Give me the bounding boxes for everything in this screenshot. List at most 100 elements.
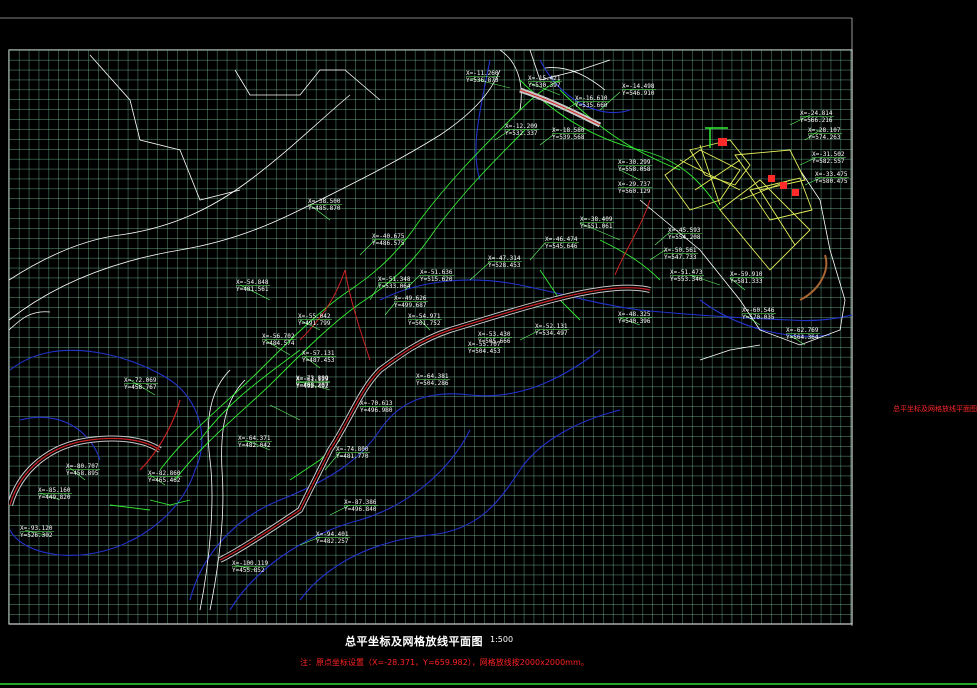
coordinate-y-label: Y=558.058 [618, 166, 651, 173]
coordinate-y-label: Y=554.208 [668, 234, 701, 241]
coordinate-callout: X=-46.474Y=545.646 [545, 236, 579, 250]
coordinate-callout: X=-60.546Y=570.035 [742, 307, 776, 321]
coordinate-callout: X=-18.580Y=539.568 [552, 127, 586, 141]
coordinate-x-label: X=-24.814 [800, 110, 833, 117]
coordinate-callout: X=-12.209Y=532.337 [505, 123, 539, 137]
coordinate-y-label: Y=481.561 [236, 286, 269, 293]
coordinate-y-label: Y=482.257 [316, 538, 349, 545]
coordinate-x-label: X=-94.401 [316, 531, 349, 538]
coordinate-callout: X=-100.119Y=455.852 [232, 560, 269, 574]
coordinate-y-label: Y=533.064 [378, 283, 411, 290]
coordinate-y-label: Y=491.799 [298, 320, 331, 327]
coordinate-y-label: Y=560.129 [618, 188, 651, 195]
coordinate-y-label: Y=488.207 [296, 382, 329, 389]
coordinate-callout: X=-62.769Y=564.364 [786, 327, 820, 341]
coordinate-callout: X=-82.860Y=465.462 [148, 470, 182, 484]
coordinate-y-label: Y=487.453 [302, 357, 335, 364]
side-label: 总平坐标及网格放线平面图 [893, 405, 977, 413]
coordinate-x-label: X=-30.299 [618, 159, 651, 166]
coordinate-y-label: Y=496.840 [344, 506, 377, 513]
coordinate-x-label: X=-33.475 [815, 171, 848, 178]
coordinate-y-label: Y=499.687 [394, 302, 427, 309]
coordinate-callout: X=-55.042Y=491.799 [298, 313, 332, 327]
coordinate-y-label: Y=496.980 [360, 407, 393, 414]
coordinate-y-label: Y=504.286 [416, 380, 449, 387]
coordinate-callout: X=-73.889Y=488.207 [296, 375, 330, 389]
coordinate-y-label: Y=528.453 [488, 262, 521, 269]
coordinate-x-label: X=-82.860 [148, 470, 181, 477]
coordinate-y-label: Y=504.453 [468, 348, 501, 355]
coordinate-x-label: X=-18.580 [552, 127, 585, 134]
coordinate-x-label: X=-14.498 [622, 83, 655, 90]
coordinate-x-label: X=-55.042 [298, 313, 331, 320]
coordinate-callout: X=-56.702Y=484.574 [262, 333, 296, 347]
coordinate-x-label: X=-53.430 [478, 331, 511, 338]
coordinate-callout: X=-54.848Y=481.561 [236, 279, 270, 293]
coordinate-x-label: X=-12.209 [505, 123, 538, 130]
coordinate-callout: X=-74.800Y=481.770 [336, 446, 370, 460]
coordinate-x-label: X=-11.260 [466, 70, 499, 77]
coordinate-x-label: X=-54.848 [236, 279, 269, 286]
coordinate-y-label: Y=486.575 [372, 240, 405, 247]
coordinate-callout: X=-93.120Y=526.302 [20, 525, 54, 539]
coordinate-x-label: X=-46.474 [545, 236, 578, 243]
coordinate-x-label: X=-56.702 [262, 333, 295, 340]
coordinate-callout: X=-64.381Y=504.286 [416, 373, 450, 387]
coordinate-callout: X=-16.610Y=535.660 [575, 95, 609, 109]
coordinate-x-label: X=-49.626 [394, 295, 427, 302]
coordinate-x-label: X=-85.160 [38, 487, 71, 494]
coordinate-callout: X=-40.675Y=486.575 [372, 233, 406, 247]
coordinate-y-label: Y=581.333 [730, 278, 763, 285]
coordinate-callout: X=-29.737Y=560.129 [618, 181, 652, 195]
coordinate-callout: X=-24.814Y=566.216 [800, 110, 834, 124]
coordinate-y-label: Y=449.820 [38, 494, 71, 501]
coordinate-x-label: X=-45.593 [668, 227, 701, 234]
cad-drawing-canvas[interactable]: X=-11.260Y=536.873 X=-15.421Y=530.397 X=-1… [0, 0, 977, 688]
coordinate-x-label: X=-16.610 [575, 95, 608, 102]
coordinate-x-label: X=-100.119 [232, 560, 269, 567]
coordinate-x-label: X=-93.120 [20, 525, 53, 532]
coordinate-callout: X=-30.299Y=558.058 [618, 159, 652, 173]
coordinate-y-label: Y=534.497 [535, 330, 568, 337]
coordinate-y-label: Y=536.873 [466, 77, 499, 84]
coordinate-callout: X=-11.260Y=536.873 [466, 70, 500, 84]
coordinate-y-label: Y=484.574 [262, 340, 295, 347]
coordinate-y-label: Y=582.557 [812, 158, 845, 165]
coordinate-callout: X=-51.348Y=533.064 [378, 276, 412, 290]
coordinate-y-label: Y=547.733 [664, 254, 697, 261]
coordinate-callout: X=-57.131Y=487.453 [302, 350, 336, 364]
coordinate-callout: X=-48.325Y=540.396 [618, 311, 652, 325]
coordinate-callout: X=-52.131Y=534.497 [535, 323, 569, 337]
coordinate-y-label: Y=481.770 [336, 453, 369, 460]
coordinate-x-label: X=-57.131 [302, 350, 335, 357]
coordinate-x-label: X=-64.371 [238, 435, 271, 442]
coordinate-callout: X=-38.409Y=551.061 [580, 216, 614, 230]
coordinate-y-label: Y=574.263 [808, 134, 841, 141]
coordinate-x-label: X=-74.800 [336, 446, 369, 453]
coordinate-x-label: X=-87.386 [344, 499, 377, 506]
coordinate-x-label: X=-80.707 [66, 463, 99, 470]
coordinate-y-label: Y=564.364 [786, 334, 819, 341]
coordinate-y-label: Y=501.752 [408, 320, 441, 327]
coordinate-x-label: X=-28.107 [808, 127, 841, 134]
coordinate-x-label: X=-50.561 [664, 247, 697, 254]
coordinate-callout: X=-38.500Y=485.870 [308, 198, 342, 212]
coordinate-callout: X=-49.626Y=499.687 [394, 295, 428, 309]
coordinate-callout: X=-59.910Y=581.333 [730, 271, 764, 285]
coordinate-callout: X=-87.386Y=496.840 [344, 499, 378, 513]
coordinate-y-label: Y=455.852 [232, 567, 265, 574]
coordinate-y-label: Y=546.910 [622, 90, 655, 97]
coordinate-callout: X=-50.561Y=547.733 [664, 247, 698, 261]
coordinate-callout: X=-15.421Y=530.397 [528, 75, 562, 89]
coordinate-x-label: X=-40.675 [372, 233, 405, 240]
coordinate-y-label: Y=553.340 [670, 276, 703, 283]
coordinate-x-label: X=-29.737 [618, 181, 651, 188]
coordinate-x-label: X=-72.069 [124, 377, 157, 384]
coordinate-y-label: Y=485.870 [308, 205, 341, 212]
coordinate-x-label: X=-38.409 [580, 216, 613, 223]
coordinate-y-label: Y=515.620 [420, 276, 453, 283]
coordinate-x-label: X=-15.421 [528, 75, 561, 82]
coordinate-y-label: Y=482.042 [238, 442, 271, 449]
coordinate-callout: X=-14.498Y=546.910 [622, 83, 656, 97]
coordinate-x-label: X=-73.889 [296, 375, 329, 382]
